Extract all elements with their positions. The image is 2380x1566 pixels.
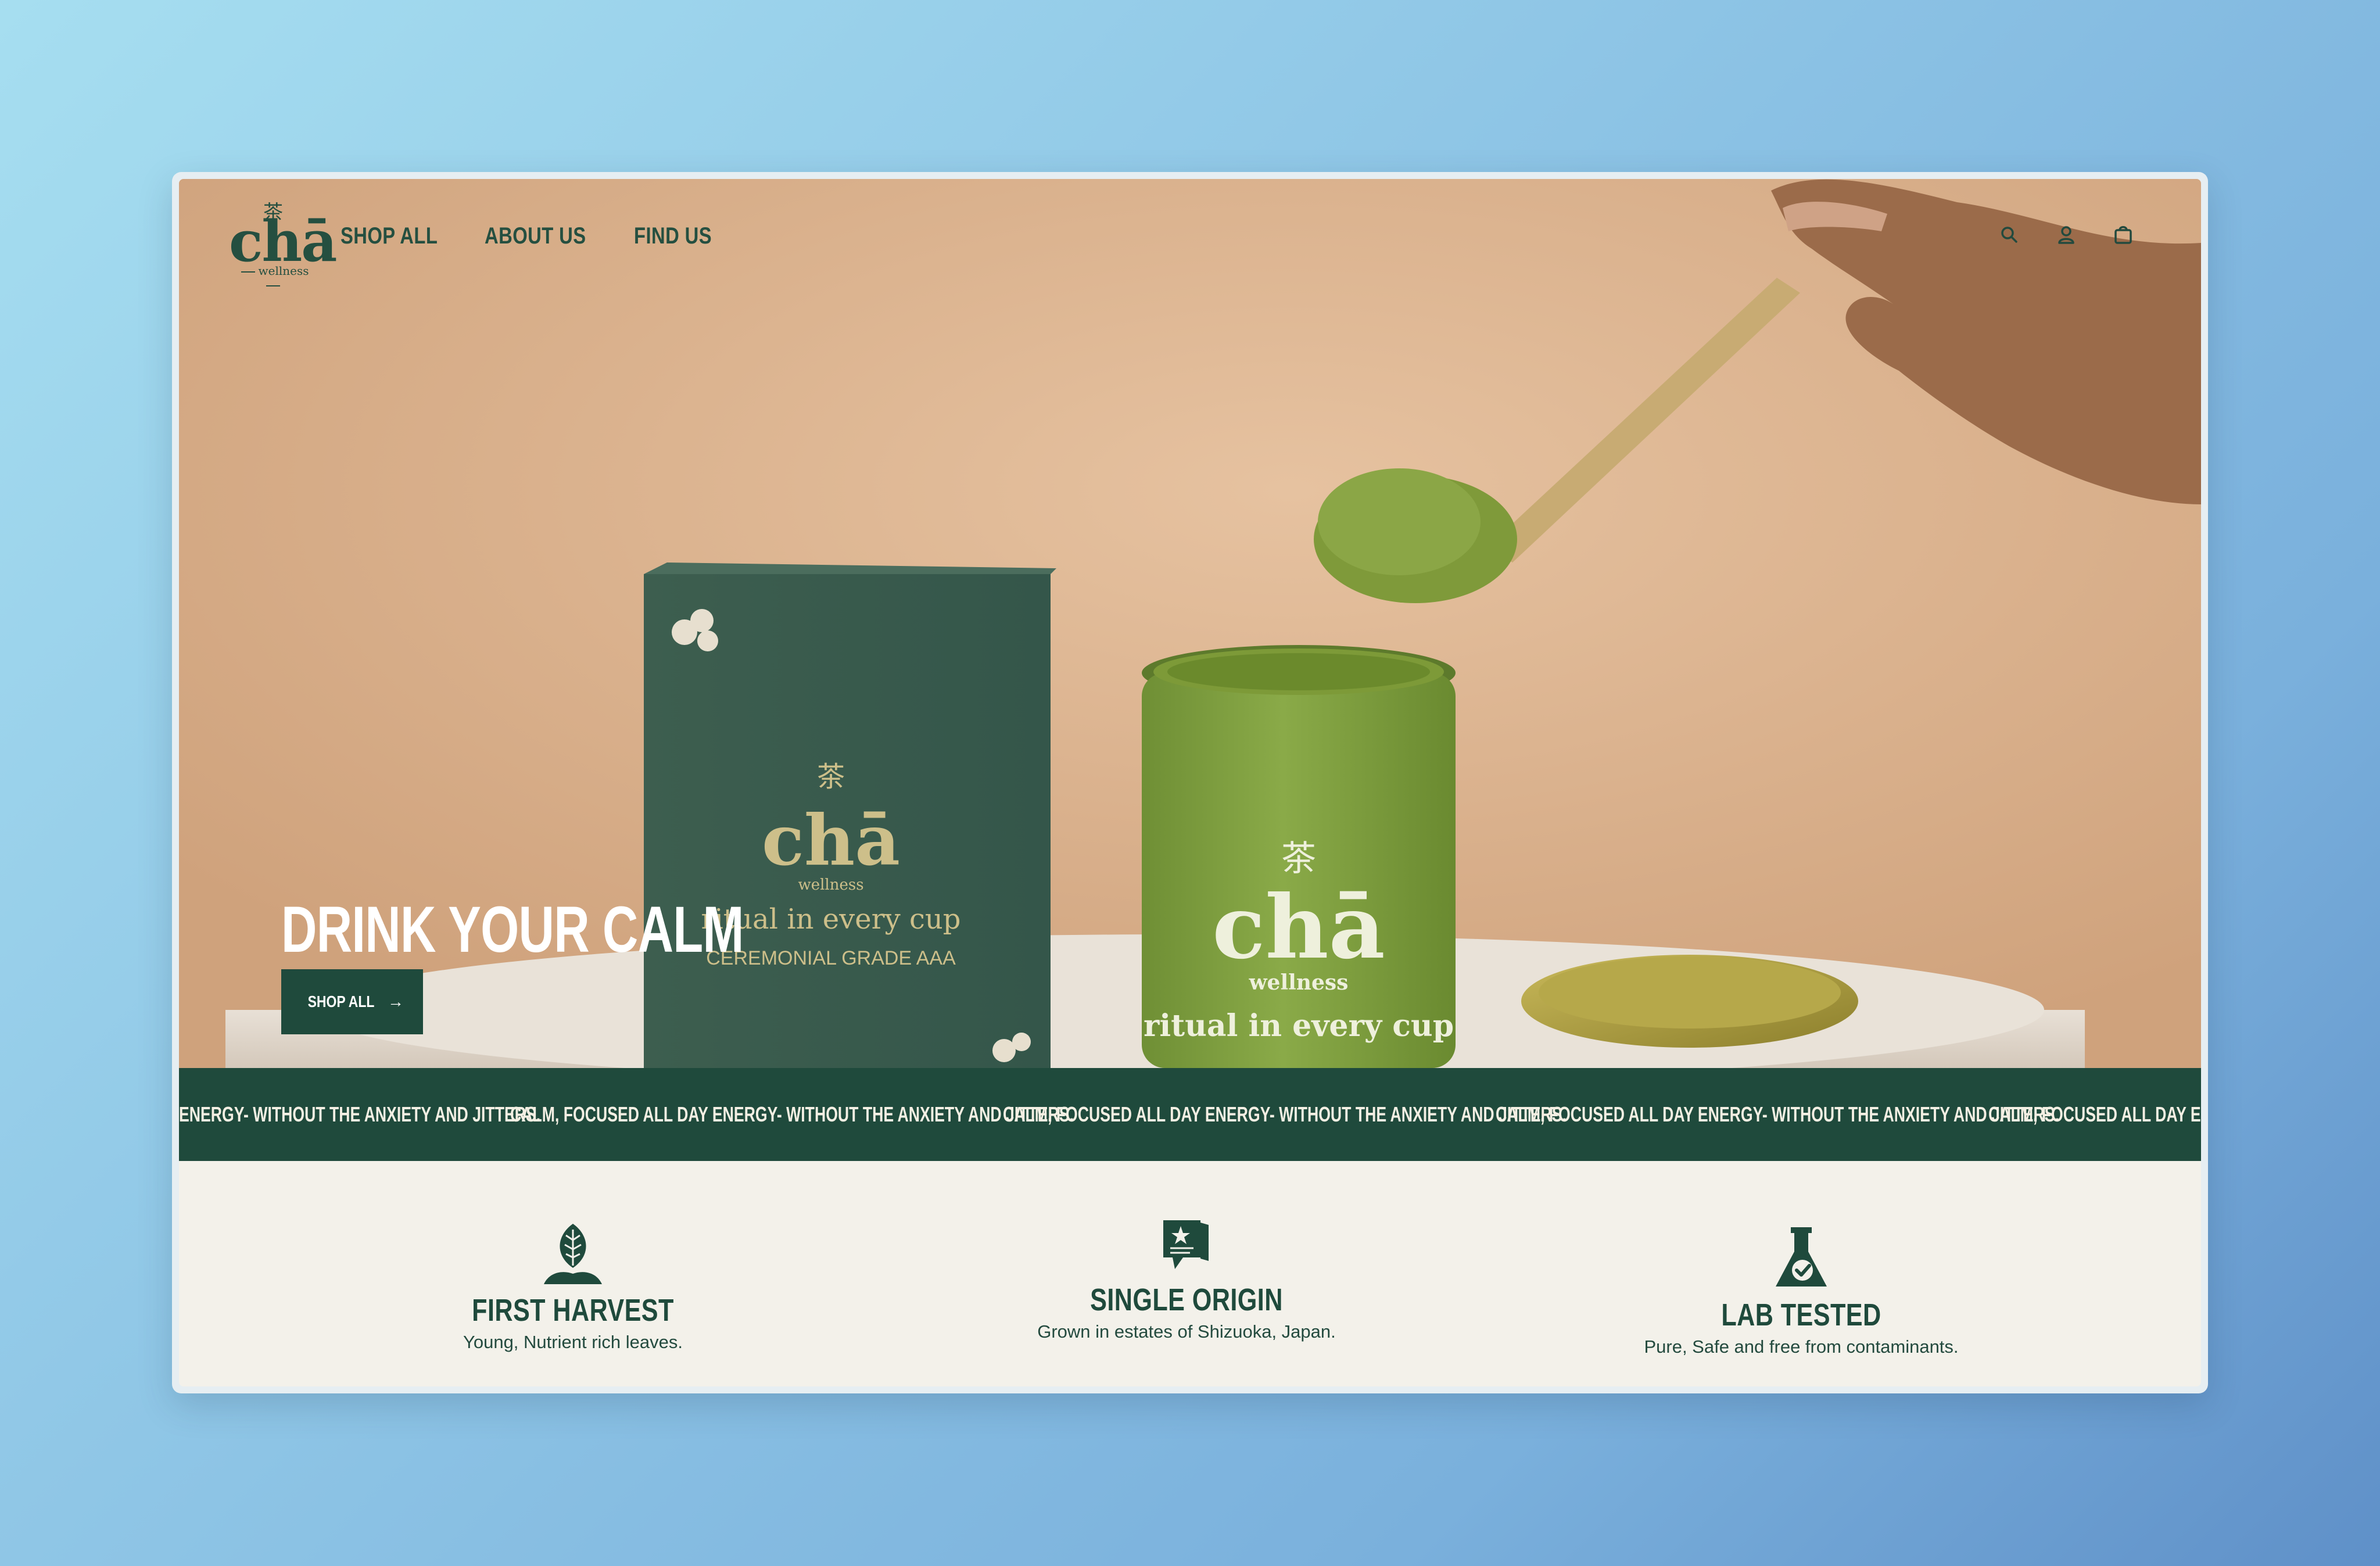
search-icon[interactable] — [1998, 223, 2021, 246]
feature-first-harvest: FIRST HARVEST Young, Nutrient rich leave… — [311, 1221, 834, 1353]
hero-shop-all-button[interactable]: SHOP ALL → — [281, 969, 423, 1034]
marquee-item: CALM, FOCUSED ALL DAY ENERGY- WITHOUT TH… — [1003, 1102, 1567, 1126]
hero-section: 茶 chā wellness ritual in every cup CEREM… — [179, 179, 2201, 1068]
svg-text:wellness: wellness — [798, 876, 863, 894]
features-section: FIRST HARVEST Young, Nutrient rich leave… — [179, 1161, 2201, 1386]
logo-tagline: wellness — [229, 264, 317, 292]
nav-link-shop-all[interactable]: SHOP ALL — [340, 223, 438, 249]
header-actions — [1998, 223, 2135, 246]
feature-title: FIRST HARVEST — [472, 1293, 674, 1328]
cart-icon[interactable] — [2112, 223, 2135, 246]
svg-text:茶: 茶 — [1281, 838, 1316, 879]
certificate-icon — [1163, 1220, 1209, 1269]
marquee-item: CALM, FOCUSED ALL DAY ENERG — [1988, 1102, 2201, 1126]
feature-single-origin: SINGLE ORIGIN Grown in estates of Shizuo… — [925, 1217, 1448, 1342]
browser-frame: 茶 chā wellness ritual in every cup CEREM… — [172, 172, 2208, 1393]
marquee-item: CALM, FOCUSED ALL DAY ENERGY- WITHOUT TH… — [510, 1102, 1074, 1126]
nav-link-find-us[interactable]: FIND US — [634, 223, 712, 249]
svg-text:CEREMONIAL GRADE AAA: CEREMONIAL GRADE AAA — [706, 947, 956, 969]
marquee-item: ENERGY- WITHOUT THE ANXIETY AND JITTERS. — [179, 1102, 541, 1126]
nav-link-about-us[interactable]: ABOUT US — [485, 223, 586, 249]
hero-headline: DRINK YOUR CALM — [281, 893, 744, 966]
svg-text:茶: 茶 — [817, 761, 845, 793]
page: 茶 chā wellness ritual in every cup CEREM… — [179, 179, 2201, 1386]
feature-title: SINGLE ORIGIN — [1090, 1282, 1283, 1317]
feature-description: Young, Nutrient rich leaves. — [463, 1332, 683, 1352]
svg-text:chā: chā — [1212, 876, 1385, 979]
svg-text:ritual in every cup: ritual in every cup — [1144, 1008, 1454, 1044]
marquee-item: CALM, FOCUSED ALL DAY ENERGY- WITHOUT TH… — [1496, 1102, 2059, 1126]
hero-shop-all-label: SHOP ALL — [307, 992, 375, 1010]
account-icon[interactable] — [2055, 223, 2078, 246]
svg-text:chā: chā — [762, 800, 900, 881]
feature-title: LAB TESTED — [1721, 1298, 1881, 1332]
sprout-icon — [544, 1224, 602, 1284]
announcement-marquee: ENERGY- WITHOUT THE ANXIETY AND JITTERS.… — [179, 1068, 2201, 1161]
feature-description: Pure, Safe and free from contaminants. — [1644, 1336, 1959, 1357]
flask-icon — [1776, 1227, 1827, 1287]
logo-wordmark: chā — [229, 209, 337, 274]
feature-lab-tested: LAB TESTED Pure, Safe and free from cont… — [1540, 1226, 2063, 1357]
brand-logo[interactable]: 茶 chā wellness — [229, 196, 337, 278]
main-nav: SHOP ALL ABOUT US FIND US — [340, 223, 729, 249]
arrow-right-icon: → — [388, 992, 404, 1010]
feature-description: Grown in estates of Shizuoka, Japan. — [1037, 1321, 1336, 1342]
svg-text:wellness: wellness — [1249, 970, 1349, 995]
marquee-track: ENERGY- WITHOUT THE ANXIETY AND JITTERS.… — [179, 1068, 2201, 1161]
